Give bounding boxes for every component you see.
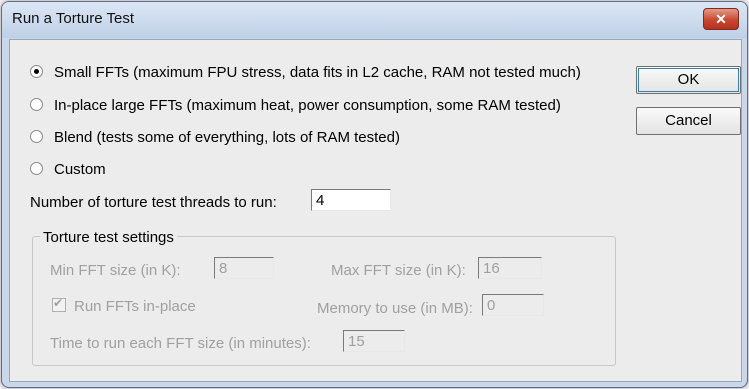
memory-label: Memory to use (in MB): (317, 300, 473, 317)
dialog-body: Small FFTs (maximum FPU stress, data fit… (9, 39, 742, 382)
max-fft-label: Max FFT size (in K): (331, 262, 466, 279)
title-bar[interactable]: Run a Torture Test ✕ (2, 2, 747, 38)
time-input[interactable]: 15 (343, 330, 405, 352)
run-inplace-label: Run FFTs in-place (74, 298, 196, 315)
option-label: Blend (tests some of everything, lots of… (54, 129, 400, 146)
option-blend[interactable]: Blend (tests some of everything, lots of… (30, 129, 400, 149)
threads-label: Number of torture test threads to run: (30, 194, 277, 211)
option-custom[interactable]: Custom (30, 161, 106, 181)
option-label: Small FFTs (maximum FPU stress, data fit… (54, 64, 581, 81)
option-inplace-large-ffts[interactable]: In-place large FFTs (maximum heat, power… (30, 97, 561, 117)
min-fft-input[interactable]: 8 (214, 257, 274, 279)
ok-button[interactable]: OK (636, 66, 741, 94)
run-inplace-checkbox[interactable]: Run FFTs in-place (52, 296, 196, 315)
time-label: Time to run each FFT size (in minutes): (50, 335, 311, 352)
checkbox-checked-icon (52, 296, 66, 312)
settings-group-label: Torture test settings (40, 229, 177, 246)
cancel-button[interactable]: Cancel (636, 107, 741, 135)
radio-icon (30, 98, 43, 111)
radio-icon (30, 130, 43, 143)
dialog-title: Run a Torture Test (12, 10, 135, 27)
radio-selected-icon (30, 65, 43, 78)
max-fft-input[interactable]: 16 (478, 257, 542, 279)
option-label: In-place large FFTs (maximum heat, power… (54, 97, 561, 114)
close-icon: ✕ (715, 11, 727, 27)
memory-input[interactable]: 0 (482, 294, 544, 316)
torture-test-dialog: Run a Torture Test ✕ Small FFTs (maximum… (1, 1, 748, 388)
close-button[interactable]: ✕ (703, 8, 739, 30)
threads-input[interactable]: 4 (311, 189, 391, 211)
min-fft-label: Min FFT size (in K): (50, 262, 181, 279)
radio-icon (30, 162, 43, 175)
option-label: Custom (54, 161, 106, 178)
option-small-ffts[interactable]: Small FFTs (maximum FPU stress, data fit… (30, 64, 581, 84)
